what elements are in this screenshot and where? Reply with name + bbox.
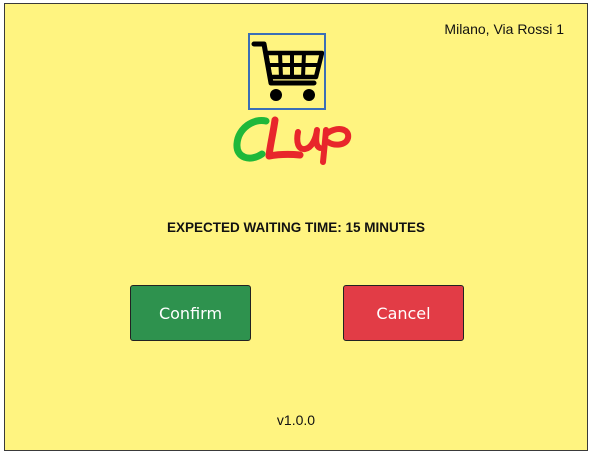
app-version: v1.0.0 (276, 412, 316, 428)
kiosk-screen: Milano, Via Rossi 1 EXPECTED WAITING TIM… (4, 3, 588, 451)
store-location: Milano, Via Rossi 1 (444, 21, 564, 37)
cancel-button[interactable]: Cancel (343, 285, 464, 341)
confirm-button[interactable]: Confirm (130, 285, 251, 341)
clup-wordmark (233, 116, 352, 165)
shopping-cart-icon (251, 41, 324, 101)
cart-logo (248, 33, 326, 110)
expected-waiting-time: EXPECTED WAITING TIME: 15 MINUTES (166, 220, 426, 235)
